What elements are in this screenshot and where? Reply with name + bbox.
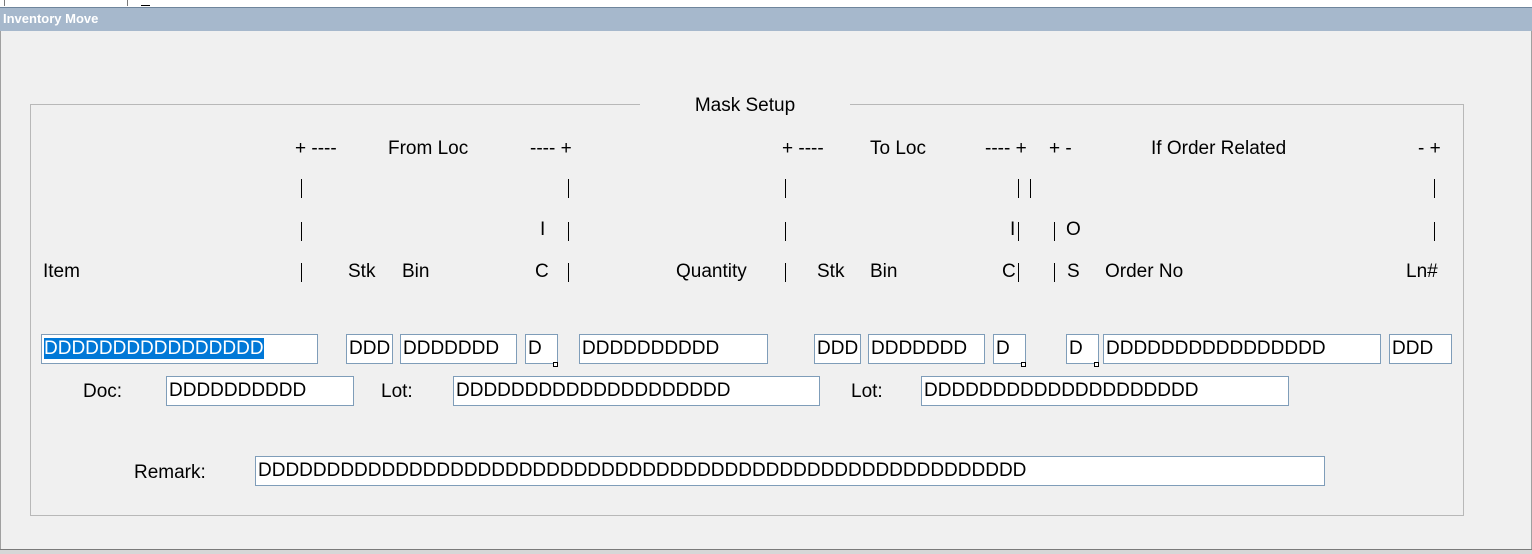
minimize-icon[interactable] bbox=[141, 0, 150, 6]
from-stk-field-text: DDD bbox=[349, 338, 391, 359]
order-bracket-left: + - bbox=[1049, 138, 1072, 159]
divider bbox=[1434, 179, 1435, 198]
divider bbox=[1054, 222, 1055, 241]
to-lot-field[interactable]: DDDDDDDDDDDDDDDDDDDD bbox=[921, 376, 1289, 406]
divider bbox=[785, 179, 786, 198]
item-field-text: DDDDDDDDDDDDDDDD bbox=[44, 338, 264, 359]
divider bbox=[1018, 263, 1019, 282]
to-stk-field-text: DDD bbox=[817, 338, 859, 359]
doc-label: Doc: bbox=[83, 381, 123, 402]
toolbar-separator bbox=[127, 0, 128, 6]
order-related-header: If Order Related bbox=[1151, 138, 1287, 159]
divider bbox=[785, 263, 786, 282]
col-order-s: S bbox=[1067, 261, 1080, 282]
from-c-field[interactable]: D bbox=[525, 334, 558, 364]
divider bbox=[301, 222, 302, 241]
mask-setup-groupbox bbox=[30, 104, 1464, 516]
line-no-field[interactable]: DDD bbox=[1389, 334, 1452, 364]
divider bbox=[568, 263, 569, 282]
col-line-no: Ln# bbox=[1406, 261, 1438, 282]
from-lot-field[interactable]: DDDDDDDDDDDDDDDDDDDD bbox=[453, 376, 820, 406]
to-loc-bracket-right: ---- + bbox=[985, 138, 1027, 159]
from-bin-field[interactable]: DDDDDDD bbox=[400, 334, 517, 364]
divider bbox=[1018, 222, 1019, 241]
from-loc-header: From Loc bbox=[388, 138, 469, 159]
to-bin-field[interactable]: DDDDDDD bbox=[868, 334, 985, 364]
divider bbox=[1018, 179, 1019, 198]
remark-field[interactable]: DDDDDDDDDDDDDDDDDDDDDDDDDDDDDDDDDDDDDDDD… bbox=[255, 456, 1325, 486]
to-c-field[interactable]: D bbox=[993, 334, 1026, 364]
item-field[interactable]: DDDDDDDDDDDDDDDD bbox=[41, 334, 318, 364]
from-loc-bracket-right: ---- + bbox=[530, 138, 572, 159]
doc-field[interactable]: DDDDDDDDDD bbox=[166, 376, 354, 406]
col-to-bin: Bin bbox=[870, 261, 898, 282]
resize-handle-icon[interactable] bbox=[553, 362, 558, 367]
to-indicator-i: I bbox=[1010, 219, 1016, 240]
order-bracket-right: - + bbox=[1418, 138, 1441, 159]
order-s-field-text: D bbox=[1069, 338, 1083, 359]
from-c-field-text: D bbox=[528, 338, 542, 359]
from-stk-field[interactable]: DDD bbox=[346, 334, 393, 364]
from-lot-field-text: DDDDDDDDDDDDDDDDDDDD bbox=[456, 380, 731, 401]
toolbar-separator bbox=[4, 0, 5, 6]
divider bbox=[568, 179, 569, 198]
col-from-bin: Bin bbox=[402, 261, 430, 282]
from-bin-field-text: DDDDDDD bbox=[403, 338, 500, 359]
to-loc-header: To Loc bbox=[870, 138, 926, 159]
top-toolbar-strip bbox=[0, 0, 1532, 7]
to-bin-field-text: DDDDDDD bbox=[871, 338, 968, 359]
window-title: Inventory Move bbox=[3, 11, 99, 26]
from-indicator-i: I bbox=[540, 219, 546, 240]
col-order-no: Order No bbox=[1105, 261, 1184, 282]
group-title: Mask Setup bbox=[640, 95, 850, 117]
divider bbox=[568, 222, 569, 241]
to-c-field-text: D bbox=[996, 338, 1010, 359]
divider bbox=[785, 222, 786, 241]
col-quantity: Quantity bbox=[676, 261, 747, 282]
to-loc-bracket-left: + ---- bbox=[782, 138, 824, 159]
divider bbox=[1054, 263, 1055, 282]
col-from-stk: Stk bbox=[348, 261, 376, 282]
divider bbox=[1030, 179, 1031, 198]
order-no-field-text: DDDDDDDDDDDDDDDD bbox=[1106, 338, 1326, 359]
col-from-c: C bbox=[535, 261, 549, 282]
from-loc-bracket-left: + ---- bbox=[295, 138, 337, 159]
remark-field-text: DDDDDDDDDDDDDDDDDDDDDDDDDDDDDDDDDDDDDDDD… bbox=[258, 460, 1027, 481]
divider bbox=[1434, 222, 1435, 241]
divider bbox=[301, 179, 302, 198]
to-lot-label: Lot: bbox=[851, 381, 883, 402]
to-lot-field-text: DDDDDDDDDDDDDDDDDDDD bbox=[924, 380, 1199, 401]
divider bbox=[301, 263, 302, 282]
quantity-field[interactable]: DDDDDDDDDD bbox=[579, 334, 768, 364]
order-no-field[interactable]: DDDDDDDDDDDDDDDD bbox=[1103, 334, 1381, 364]
doc-field-text: DDDDDDDDDD bbox=[169, 380, 307, 401]
resize-handle-icon[interactable] bbox=[1021, 362, 1026, 367]
order-indicator-o: O bbox=[1066, 219, 1081, 240]
bottom-strip bbox=[0, 549, 1532, 554]
quantity-field-text: DDDDDDDDDD bbox=[582, 338, 720, 359]
col-to-c: C bbox=[1002, 261, 1016, 282]
to-stk-field[interactable]: DDD bbox=[814, 334, 861, 364]
window-titlebar[interactable]: Inventory Move bbox=[0, 7, 1532, 32]
remark-label: Remark: bbox=[134, 462, 206, 483]
resize-handle-icon[interactable] bbox=[1094, 362, 1099, 367]
from-lot-label: Lot: bbox=[381, 381, 413, 402]
col-to-stk: Stk bbox=[817, 261, 845, 282]
col-item: Item bbox=[43, 261, 80, 282]
line-no-field-text: DDD bbox=[1392, 338, 1434, 359]
order-s-field[interactable]: D bbox=[1066, 334, 1099, 364]
